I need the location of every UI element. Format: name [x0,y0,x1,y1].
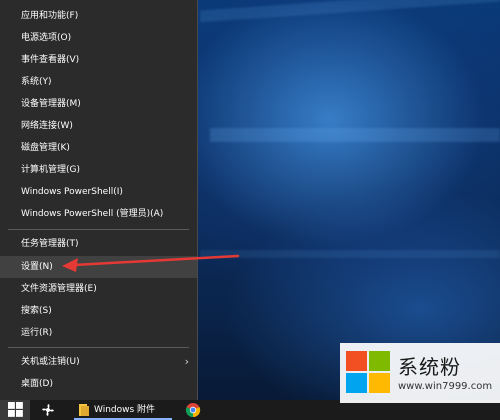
menu-item-run[interactable]: 运行(R) [0,322,197,344]
taskbar: Windows 附件 [0,400,500,420]
red-arrow-annotation [62,254,240,272]
menu-item-power-options[interactable]: 电源选项(O) [0,27,197,49]
watermark-logo-icon [346,351,390,393]
menu-item-device-manager[interactable]: 设备管理器(M) [0,93,197,115]
taskbar-window-label[interactable]: Windows 附件 [94,400,155,420]
watermark-brand: 系统粉 [398,355,461,379]
winx-context-menu: 应用和功能(F) 电源选项(O) 事件查看器(V) 系统(Y) 设备管理器(M)… [0,0,198,400]
folder-icon[interactable] [76,402,92,418]
menu-item-search[interactable]: 搜索(S) [0,300,197,322]
windows-logo-icon [8,402,23,417]
start-button[interactable] [0,400,30,420]
menu-item-shutdown-signout[interactable]: 关机或注销(U) › [0,351,197,373]
menu-item-disk-management[interactable]: 磁盘管理(K) [0,137,197,159]
fan-app-icon[interactable] [40,402,56,418]
wallpaper-light-beam [200,0,500,23]
chrome-icon[interactable] [185,402,201,418]
menu-item-network-connections[interactable]: 网络连接(W) [0,115,197,137]
menu-item-label: 关机或注销(U) [21,357,80,367]
menu-item-system[interactable]: 系统(Y) [0,71,197,93]
menu-separator [8,347,189,348]
menu-item-powershell[interactable]: Windows PowerShell(I) [0,181,197,203]
menu-item-apps-features[interactable]: 应用和功能(F) [0,5,197,27]
watermark: 系统粉 www.win7999.com [340,343,500,403]
wallpaper-light-beam [200,250,500,258]
menu-item-event-viewer[interactable]: 事件查看器(V) [0,49,197,71]
chevron-right-icon: › [184,355,189,368]
menu-item-computer-management[interactable]: 计算机管理(G) [0,159,197,181]
menu-separator [8,229,189,230]
watermark-url: www.win7999.com [398,381,493,392]
wallpaper-light-beam [210,128,500,142]
menu-item-desktop[interactable]: 桌面(D) [0,373,197,395]
menu-item-powershell-admin[interactable]: Windows PowerShell (管理员)(A) [0,203,197,225]
menu-item-file-explorer[interactable]: 文件资源管理器(E) [0,278,197,300]
